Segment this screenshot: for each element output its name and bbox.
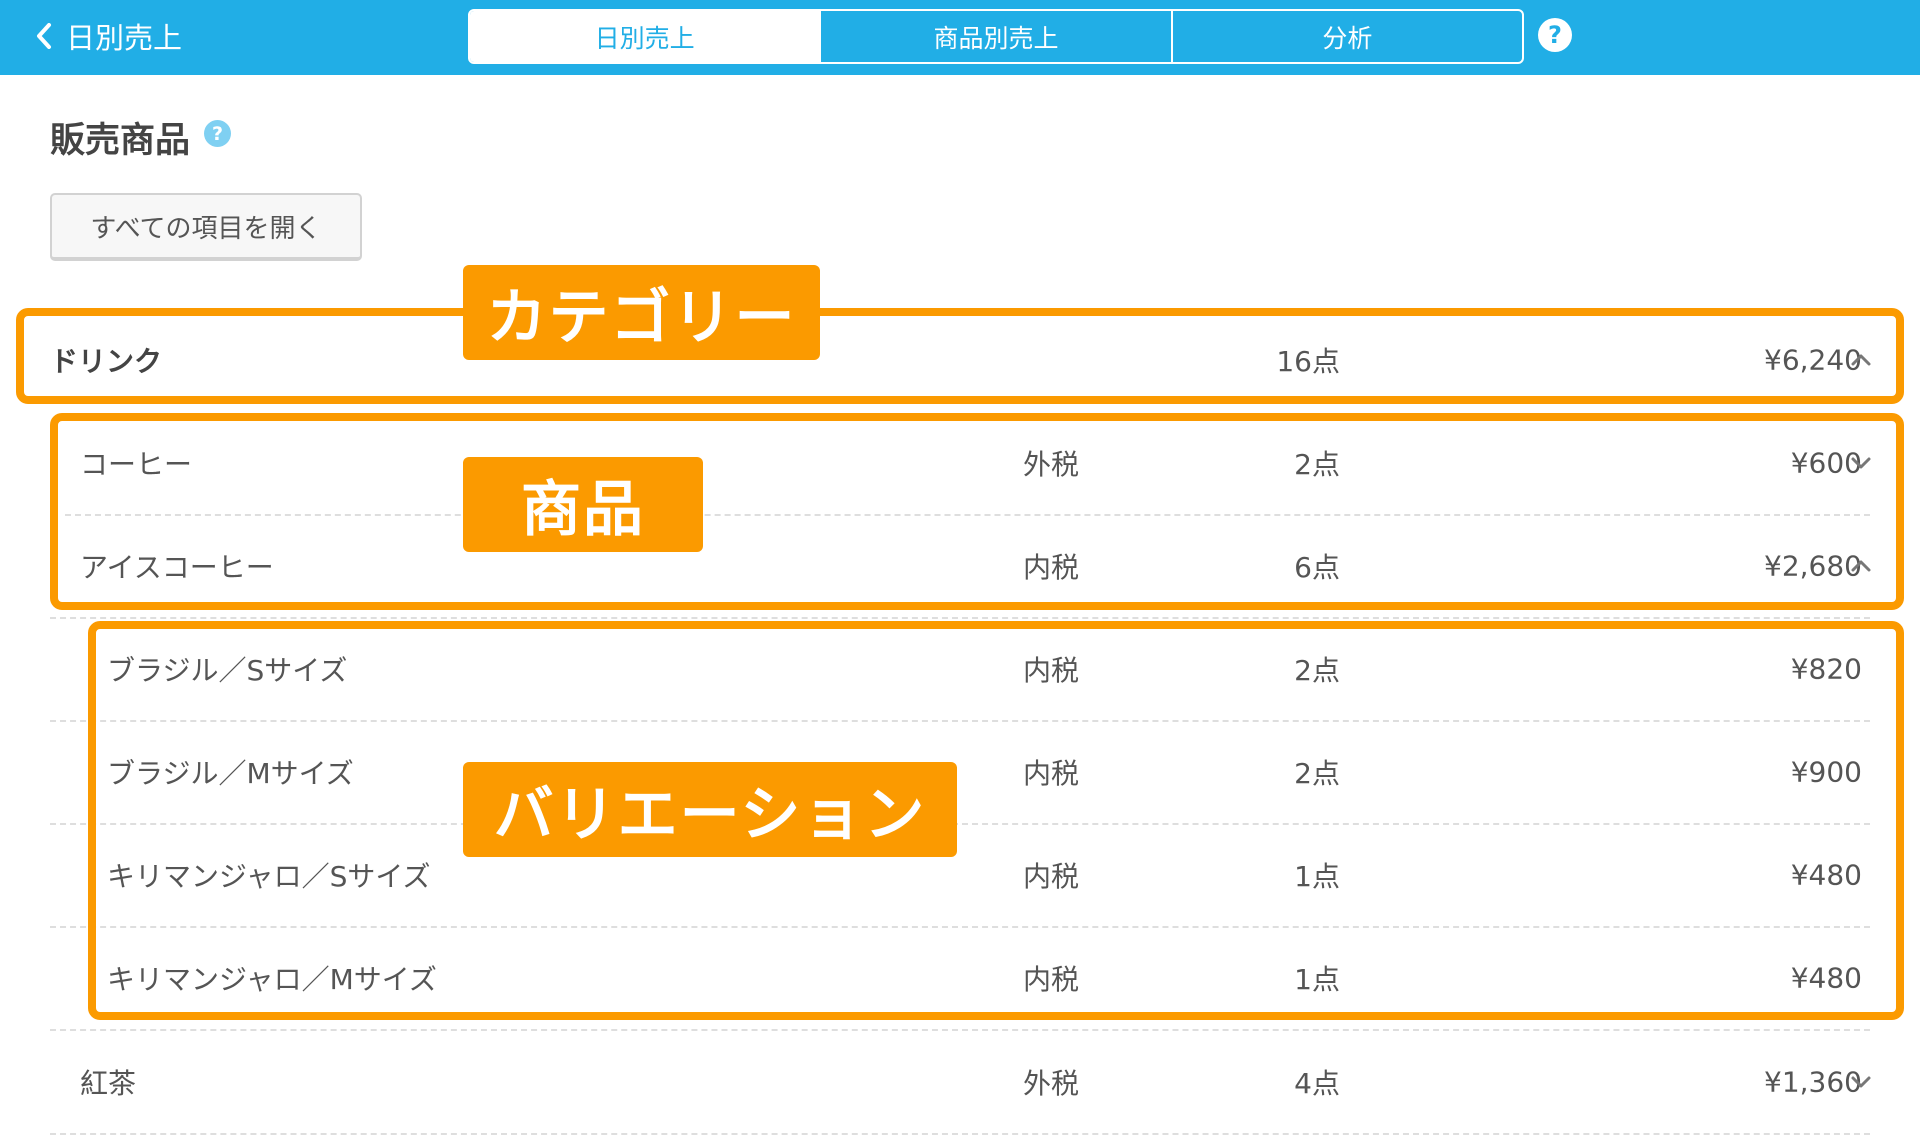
top-nav-bar: 日別売上 日別売上 商品別売上 分析 ? — [0, 0, 1920, 75]
product-highlight-frame — [50, 413, 1904, 610]
row-divider — [50, 1133, 1870, 1135]
product-price: ¥1,360 — [1764, 1065, 1862, 1098]
segmented-tabs: 日別売上 商品別売上 分析 — [468, 9, 1524, 64]
product-qty: 4点 — [1294, 1066, 1340, 1100]
tab-daily-sales[interactable]: 日別売上 — [470, 11, 820, 62]
product-row[interactable]: 紅茶 外税 4点 ¥1,360 — [50, 1030, 1871, 1133]
product-annotation-label: 商品 — [463, 457, 703, 552]
category-annotation-label: カテゴリー — [463, 265, 820, 360]
section-title: 販売商品 — [50, 121, 191, 161]
expand-all-button[interactable]: すべての項目を開く — [50, 193, 362, 261]
question-icon[interactable]: ? — [204, 120, 231, 147]
help-icon[interactable]: ? — [1538, 18, 1572, 52]
back-button[interactable]: 日別売上 — [36, 14, 182, 58]
tab-analysis[interactable]: 分析 — [1170, 11, 1522, 62]
back-button-label: 日別売上 — [66, 21, 183, 55]
product-name: 紅茶 — [80, 1066, 137, 1100]
chevron-down-icon[interactable] — [1848, 1069, 1874, 1095]
variation-annotation-label: バリエーション — [463, 762, 957, 857]
chevron-left-icon — [37, 23, 51, 49]
product-tax: 外税 — [1023, 1066, 1080, 1100]
tab-product-sales[interactable]: 商品別売上 — [819, 11, 1170, 62]
category-highlight-frame — [16, 308, 1904, 404]
variation-highlight-frame — [88, 621, 1904, 1020]
